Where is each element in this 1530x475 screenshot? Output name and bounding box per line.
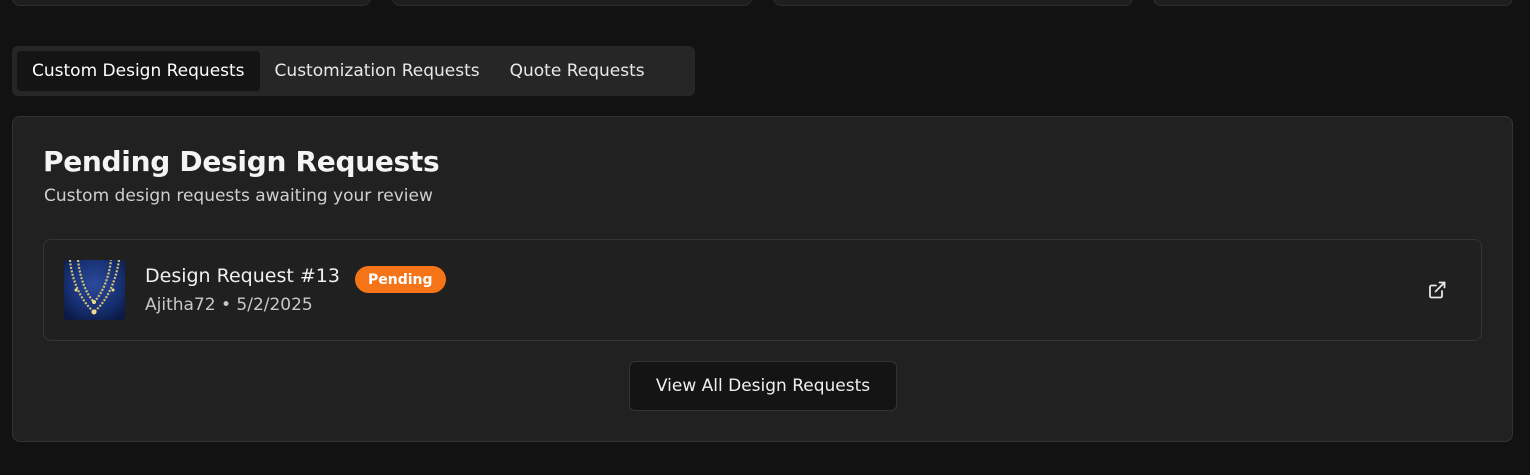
- stat-card: [1153, 0, 1513, 6]
- panel-subtitle: Custom design requests awaiting your rev…: [44, 186, 433, 206]
- tab-custom-design-requests[interactable]: Custom Design Requests: [17, 51, 260, 91]
- stat-card: [392, 0, 752, 6]
- tab-quote-requests[interactable]: Quote Requests: [495, 51, 660, 91]
- external-link-icon[interactable]: [1427, 280, 1447, 300]
- view-all-design-requests-button[interactable]: View All Design Requests: [629, 361, 897, 411]
- stat-card: [12, 0, 371, 6]
- request-tabs: Custom Design Requests Customization Req…: [12, 46, 695, 96]
- pending-design-requests-panel: Pending Design Requests Custom design re…: [12, 116, 1513, 442]
- request-meta: Ajitha72 • 5/2/2025: [145, 295, 313, 315]
- design-request-item[interactable]: Design Request #13 Pending Ajitha72 • 5/…: [43, 239, 1482, 341]
- top-stat-cards: [0, 0, 1530, 6]
- status-badge: Pending: [355, 266, 446, 293]
- request-title: Design Request #13: [145, 265, 340, 287]
- stat-card: [773, 0, 1133, 6]
- panel-title: Pending Design Requests: [43, 145, 440, 178]
- tab-customization-requests[interactable]: Customization Requests: [260, 51, 495, 91]
- necklace-thumbnail-icon: [64, 260, 125, 320]
